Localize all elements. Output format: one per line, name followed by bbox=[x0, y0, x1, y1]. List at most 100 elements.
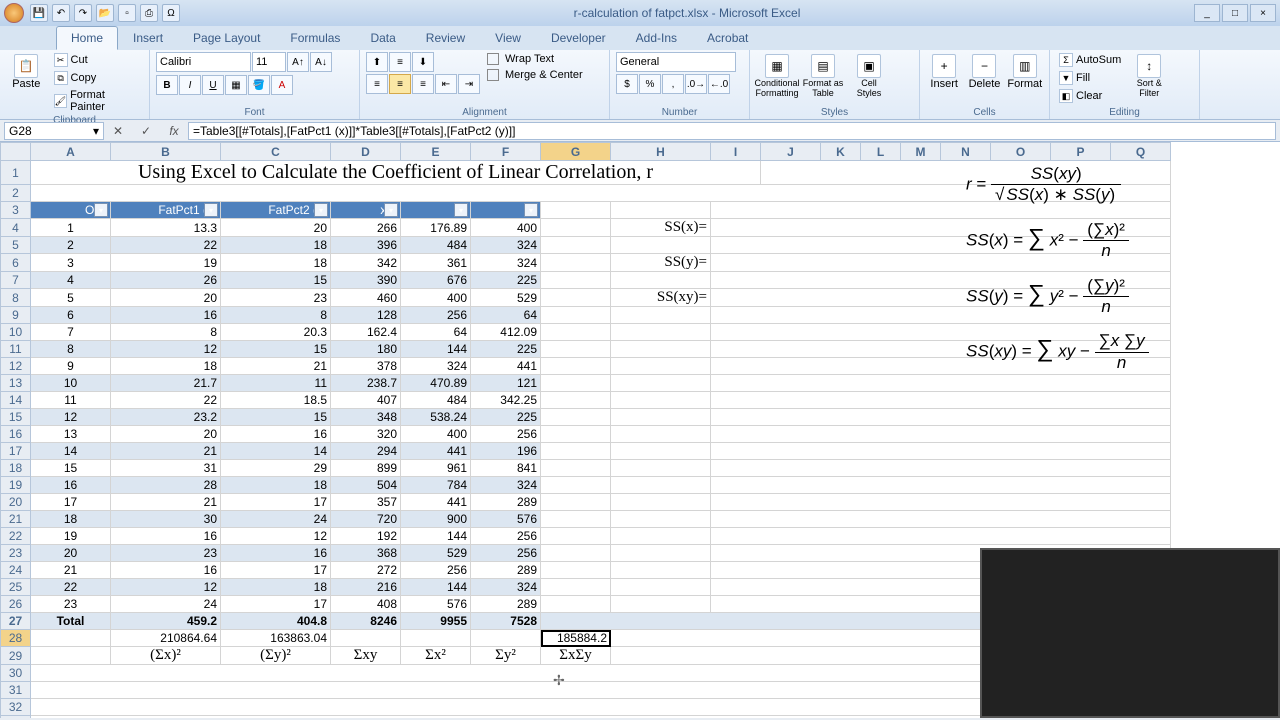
cell[interactable]: 441 bbox=[401, 494, 471, 511]
cell[interactable]: 342.25 bbox=[471, 392, 541, 409]
table-header[interactable]: x²▾ bbox=[401, 202, 471, 219]
col-header[interactable]: N bbox=[941, 143, 991, 161]
cell[interactable] bbox=[711, 528, 1171, 545]
cell[interactable]: (Σy)² bbox=[221, 647, 331, 665]
omega-icon[interactable]: Ω bbox=[162, 4, 180, 22]
cell[interactable]: 21 bbox=[111, 494, 221, 511]
cell[interactable]: 23 bbox=[111, 545, 221, 562]
col-header[interactable]: A bbox=[31, 143, 111, 161]
cell[interactable]: 289 bbox=[471, 494, 541, 511]
cell[interactable]: 180 bbox=[331, 341, 401, 358]
print-icon[interactable]: ⎙ bbox=[140, 4, 158, 22]
cell[interactable] bbox=[611, 409, 711, 426]
table-header[interactable]: FatPct2 (y)▾ bbox=[221, 202, 331, 219]
cell[interactable]: 18 bbox=[221, 254, 331, 272]
cell[interactable]: 7 bbox=[31, 324, 111, 341]
cell[interactable]: Σy² bbox=[471, 647, 541, 665]
col-header[interactable]: J bbox=[761, 143, 821, 161]
cell[interactable]: 16 bbox=[111, 528, 221, 545]
cell[interactable]: 8 bbox=[31, 341, 111, 358]
cell[interactable] bbox=[541, 237, 611, 254]
tab-developer[interactable]: Developer bbox=[536, 26, 621, 50]
tab-view[interactable]: View bbox=[480, 26, 536, 50]
cell[interactable]: 8 bbox=[111, 324, 221, 341]
cell[interactable]: 24 bbox=[111, 596, 221, 613]
cancel-formula-button[interactable]: ✕ bbox=[108, 124, 128, 138]
cell[interactable]: Σxy bbox=[331, 647, 401, 665]
filter-dropdown-icon[interactable]: ▾ bbox=[524, 203, 538, 217]
paste-button[interactable]: 📋Paste bbox=[6, 52, 47, 90]
cell[interactable]: 16 bbox=[111, 562, 221, 579]
cell[interactable]: 29 bbox=[221, 460, 331, 477]
bold-button[interactable]: B bbox=[156, 75, 178, 95]
cell[interactable]: ΣxΣy bbox=[541, 647, 611, 665]
tab-review[interactable]: Review bbox=[411, 26, 480, 50]
cell[interactable]: 408 bbox=[331, 596, 401, 613]
cell[interactable]: 404.8 bbox=[221, 613, 331, 630]
select-all-corner[interactable] bbox=[1, 143, 31, 161]
cell[interactable]: 529 bbox=[401, 545, 471, 562]
col-header[interactable]: O bbox=[991, 143, 1051, 161]
cell[interactable]: 484 bbox=[401, 392, 471, 409]
comma-button[interactable]: , bbox=[662, 74, 684, 94]
cell[interactable]: 210864.64 bbox=[111, 630, 221, 647]
cell[interactable]: 460 bbox=[331, 289, 401, 307]
cell[interactable]: 400 bbox=[401, 289, 471, 307]
cell[interactable] bbox=[611, 392, 711, 409]
cell[interactable] bbox=[611, 358, 711, 375]
align-left-button[interactable]: ≡ bbox=[366, 74, 388, 94]
maximize-button[interactable]: □ bbox=[1222, 4, 1248, 22]
cell[interactable] bbox=[541, 562, 611, 579]
cell[interactable]: 23 bbox=[31, 596, 111, 613]
align-right-button[interactable]: ≡ bbox=[412, 74, 434, 94]
cell[interactable] bbox=[541, 494, 611, 511]
cell[interactable]: 289 bbox=[471, 596, 541, 613]
cell[interactable] bbox=[541, 358, 611, 375]
cell[interactable]: 324 bbox=[471, 254, 541, 272]
cell[interactable] bbox=[711, 409, 1171, 426]
align-bottom-button[interactable]: ⬇ bbox=[412, 52, 434, 72]
col-header[interactable]: C bbox=[221, 143, 331, 161]
close-button[interactable]: × bbox=[1250, 4, 1276, 22]
merge-center-button[interactable]: Merge & Center bbox=[484, 68, 586, 82]
cell[interactable] bbox=[541, 579, 611, 596]
cell[interactable] bbox=[611, 596, 711, 613]
cell[interactable]: 31 bbox=[111, 460, 221, 477]
col-header[interactable]: P bbox=[1051, 143, 1111, 161]
cell[interactable]: SS(x)= bbox=[611, 219, 711, 237]
worksheet[interactable]: A B C D E F G H I J K L M N O P Q 1Using… bbox=[0, 142, 1280, 718]
cell[interactable]: 676 bbox=[401, 272, 471, 289]
cell[interactable] bbox=[611, 443, 711, 460]
fx-button[interactable]: fx bbox=[164, 124, 184, 138]
cell[interactable]: Σx² bbox=[401, 647, 471, 665]
cell[interactable]: 18 bbox=[221, 477, 331, 494]
cell[interactable]: 196 bbox=[471, 443, 541, 460]
cell[interactable]: 18.5 bbox=[221, 392, 331, 409]
increase-decimal-button[interactable]: .0→ bbox=[685, 74, 707, 94]
sheet-title[interactable]: Using Excel to Calculate the Coefficient… bbox=[31, 161, 761, 185]
fill-button[interactable]: ▼Fill bbox=[1056, 70, 1124, 86]
name-box[interactable]: G28▾ bbox=[4, 122, 104, 140]
cell[interactable] bbox=[711, 460, 1171, 477]
cell[interactable]: 176.89 bbox=[401, 219, 471, 237]
sort-filter-button[interactable]: ↕Sort & Filter bbox=[1128, 52, 1170, 98]
font-size-input[interactable] bbox=[252, 52, 286, 72]
table-header[interactable]: Obs▾ bbox=[31, 202, 111, 219]
currency-button[interactable]: $ bbox=[616, 74, 638, 94]
cell[interactable] bbox=[611, 272, 711, 289]
cell[interactable] bbox=[541, 272, 611, 289]
cell[interactable]: 21 bbox=[221, 358, 331, 375]
cell[interactable]: 357 bbox=[331, 494, 401, 511]
cell[interactable]: 10 bbox=[31, 375, 111, 392]
cell[interactable]: 12 bbox=[31, 409, 111, 426]
cell[interactable]: 899 bbox=[331, 460, 401, 477]
decrease-indent-button[interactable]: ⇤ bbox=[435, 74, 457, 94]
cell[interactable]: 128 bbox=[331, 307, 401, 324]
col-header[interactable]: F bbox=[471, 143, 541, 161]
tab-formulas[interactable]: Formulas bbox=[275, 26, 355, 50]
cell[interactable] bbox=[541, 219, 611, 237]
cell[interactable]: 18 bbox=[111, 358, 221, 375]
cell[interactable]: 17 bbox=[221, 494, 331, 511]
cell[interactable]: 14 bbox=[31, 443, 111, 460]
cell[interactable]: 324 bbox=[471, 237, 541, 254]
